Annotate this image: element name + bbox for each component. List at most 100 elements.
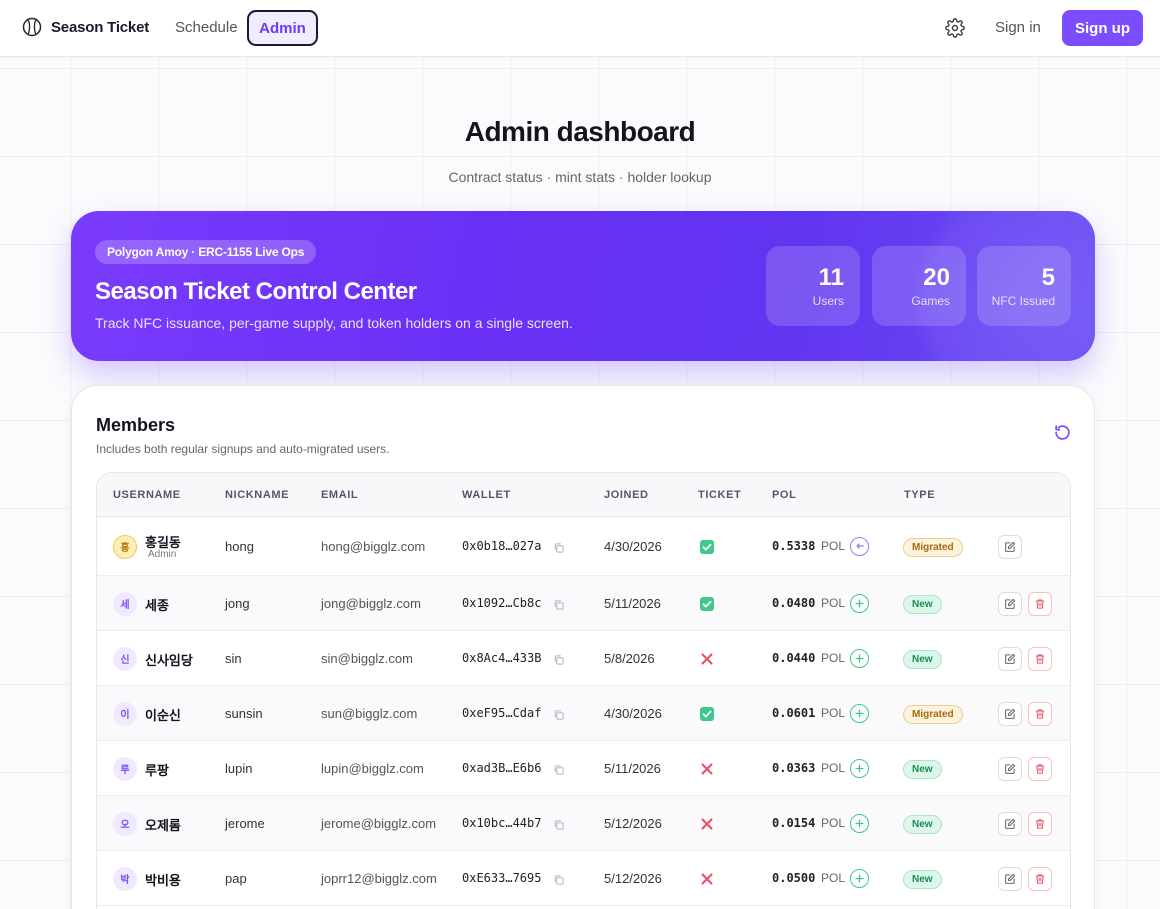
column-header: NICKNAME <box>225 489 290 501</box>
column-header: EMAIL <box>321 489 359 501</box>
table-row: 이 이순신 sunsin sun@bigglz.com 0xeF95…Cdaf 4/30/… <box>97 686 1070 741</box>
hero-subtitle: Track NFC issuance, per-game supply, and… <box>95 315 573 331</box>
add-pol-button[interactable] <box>850 758 869 778</box>
hero-title: Season Ticket Control Center <box>95 278 417 305</box>
brand-link[interactable]: Season Ticket <box>22 17 149 37</box>
sign-in-link[interactable]: Sign in <box>995 19 1041 36</box>
pol-unit: POL <box>821 705 846 720</box>
nickname: pap <box>225 870 247 886</box>
joined-date: 4/30/2026 <box>604 705 662 721</box>
pol-balance: 0.0601 <box>772 705 816 720</box>
joined-date: 5/8/2026 <box>604 650 655 666</box>
delete-button[interactable] <box>1028 811 1052 836</box>
avatar: 오 <box>113 811 137 836</box>
email: sun@bigglz.com <box>321 705 418 721</box>
hero-banner: Polygon Amoy · ERC-1155 Live Ops Season … <box>71 211 1095 361</box>
withdraw-pol-button[interactable] <box>850 536 869 556</box>
edit-button[interactable] <box>998 701 1022 726</box>
stat-label: NFC Issued <box>991 294 1055 308</box>
top-nav: Season Ticket Schedule Admin Sign in Sig… <box>0 0 1160 57</box>
stat-value: 20 <box>923 264 950 291</box>
delete-button[interactable] <box>1028 646 1052 671</box>
sign-up-button[interactable]: Sign up <box>1062 10 1143 46</box>
type-badge: Migrated <box>903 537 963 557</box>
copy-icon[interactable] <box>553 708 565 720</box>
username: 세종 <box>145 597 169 613</box>
add-pol-button[interactable] <box>850 868 869 888</box>
delete-button[interactable] <box>1028 591 1052 616</box>
copy-icon[interactable] <box>553 541 565 553</box>
nickname: jerome <box>225 815 265 831</box>
edit-button[interactable] <box>998 756 1022 781</box>
refresh-icon[interactable] <box>1054 424 1071 441</box>
add-pol-button[interactable] <box>850 593 869 613</box>
stat-value: 5 <box>1041 264 1055 291</box>
joined-date: 5/11/2026 <box>604 760 661 776</box>
avatar: 신 <box>113 646 137 671</box>
email: joprr12@bigglz.com <box>321 870 437 886</box>
nickname: sin <box>225 650 242 666</box>
pol-balance: 0.0440 <box>772 650 816 665</box>
wallet-address: 0x10bc…44b7 <box>462 815 542 830</box>
members-card: Members Includes both regular signups an… <box>71 385 1095 909</box>
column-header: JOINED <box>604 489 649 501</box>
pencil-icon <box>1004 873 1016 885</box>
check-icon <box>700 539 714 554</box>
pol-unit: POL <box>821 595 846 610</box>
username: 박비용 <box>145 872 181 888</box>
members-title: Members <box>96 415 176 435</box>
add-pol-button[interactable] <box>850 813 869 833</box>
pencil-icon <box>1004 818 1016 830</box>
pencil-icon <box>1004 598 1016 610</box>
avatar: 세 <box>113 591 137 616</box>
wallet-address: 0xad3B…E6b6 <box>462 760 542 775</box>
wallet-address: 0xE633…7695 <box>462 870 542 885</box>
nav-link-schedule[interactable]: Schedule <box>175 19 238 36</box>
joined-date: 5/11/2026 <box>604 595 661 611</box>
trash-icon <box>1034 708 1046 720</box>
edit-button[interactable] <box>998 866 1022 891</box>
copy-icon[interactable] <box>553 763 565 775</box>
network-badge: Polygon Amoy · ERC-1155 Live Ops <box>95 240 317 264</box>
add-pol-button[interactable] <box>850 648 869 668</box>
trash-icon <box>1034 598 1046 610</box>
column-header: WALLET <box>462 489 511 501</box>
pol-unit: POL <box>821 538 846 553</box>
delete-button[interactable] <box>1028 756 1052 781</box>
trash-icon <box>1034 763 1046 775</box>
nickname: lupin <box>225 760 253 776</box>
table-row: 홍 홍길동 Admin hong hong@bigglz.com 0x0b18…027a 4… <box>97 517 1070 576</box>
pol-balance: 0.0480 <box>772 595 816 610</box>
pencil-icon <box>1004 763 1016 775</box>
pol-balance: 0.0154 <box>772 815 816 830</box>
avatar: 홍 <box>113 534 137 559</box>
type-badge: Migrated <box>903 704 963 724</box>
edit-button[interactable] <box>998 591 1022 616</box>
table-row: 신 신사임당 sin sin@bigglz.com 0x8Ac4…433B 5/8/202… <box>97 631 1070 686</box>
column-header: USERNAME <box>113 489 181 501</box>
edit-button[interactable] <box>998 534 1022 559</box>
nav-link-admin[interactable]: Admin <box>247 10 318 46</box>
column-header: TYPE <box>904 489 936 501</box>
edit-button[interactable] <box>998 646 1022 671</box>
copy-icon[interactable] <box>553 653 565 665</box>
type-badge: New <box>903 649 942 669</box>
delete-button[interactable] <box>1028 866 1052 891</box>
type-badge: New <box>903 594 942 614</box>
add-pol-button[interactable] <box>850 703 869 723</box>
avatar: 박 <box>113 866 137 891</box>
type-badge: New <box>903 869 942 889</box>
type-badge: New <box>903 814 942 834</box>
user-role: Admin <box>148 548 177 560</box>
column-header: POL <box>772 489 797 501</box>
copy-icon[interactable] <box>553 873 565 885</box>
copy-icon[interactable] <box>553 818 565 830</box>
delete-button[interactable] <box>1028 701 1052 726</box>
edit-button[interactable] <box>998 811 1022 836</box>
copy-icon[interactable] <box>553 598 565 610</box>
table-row: 세 세종 jong jong@bigglz.com 0x1092…Cb8c 5/11/20… <box>97 576 1070 631</box>
gear-icon[interactable] <box>945 18 965 38</box>
pol-unit: POL <box>821 760 846 775</box>
trash-icon <box>1034 653 1046 665</box>
pol-unit: POL <box>821 650 846 665</box>
